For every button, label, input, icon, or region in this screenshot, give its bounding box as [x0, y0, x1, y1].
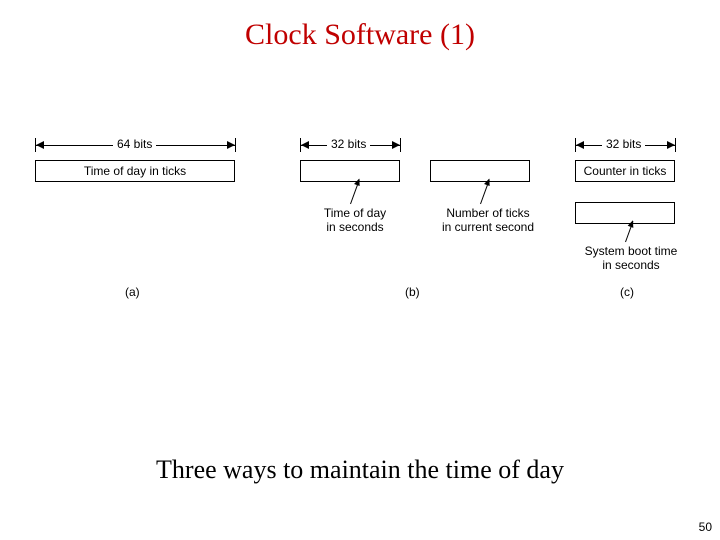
fig-a-box-text: Time of day in ticks	[84, 164, 186, 178]
fig-c-box-top-text: Counter in ticks	[584, 164, 667, 178]
fig-c-box-bottom	[575, 202, 675, 224]
diagram: 64 bits Time of day in ticks (a) 32 bits…	[0, 130, 720, 340]
page-number: 50	[699, 520, 712, 534]
fig-b-arrow-left	[350, 179, 360, 204]
fig-c-arrow-bottom	[625, 221, 633, 242]
fig-c-tag: (c)	[620, 285, 634, 299]
fig-a-box: Time of day in ticks	[35, 160, 235, 182]
fig-b-annot-right: Number of ticksin current second	[438, 206, 538, 235]
fig-c-annot-bottom: System boot timein seconds	[576, 244, 686, 273]
slide-caption: Three ways to maintain the time of day	[0, 455, 720, 485]
fig-a-tag: (a)	[125, 285, 140, 299]
fig-b-box-left	[300, 160, 400, 182]
fig-b-annot-left: Time of dayin seconds	[310, 206, 400, 235]
fig-a-width-label: 64 bits	[113, 137, 156, 151]
fig-b-box-right	[430, 160, 530, 182]
fig-b-width-label: 32 bits	[327, 137, 370, 151]
fig-c-box-top: Counter in ticks	[575, 160, 675, 182]
fig-c-width-label: 32 bits	[602, 137, 645, 151]
fig-b-tag: (b)	[405, 285, 420, 299]
slide-title: Clock Software (1)	[0, 0, 720, 52]
fig-b-arrow-right	[480, 179, 490, 204]
